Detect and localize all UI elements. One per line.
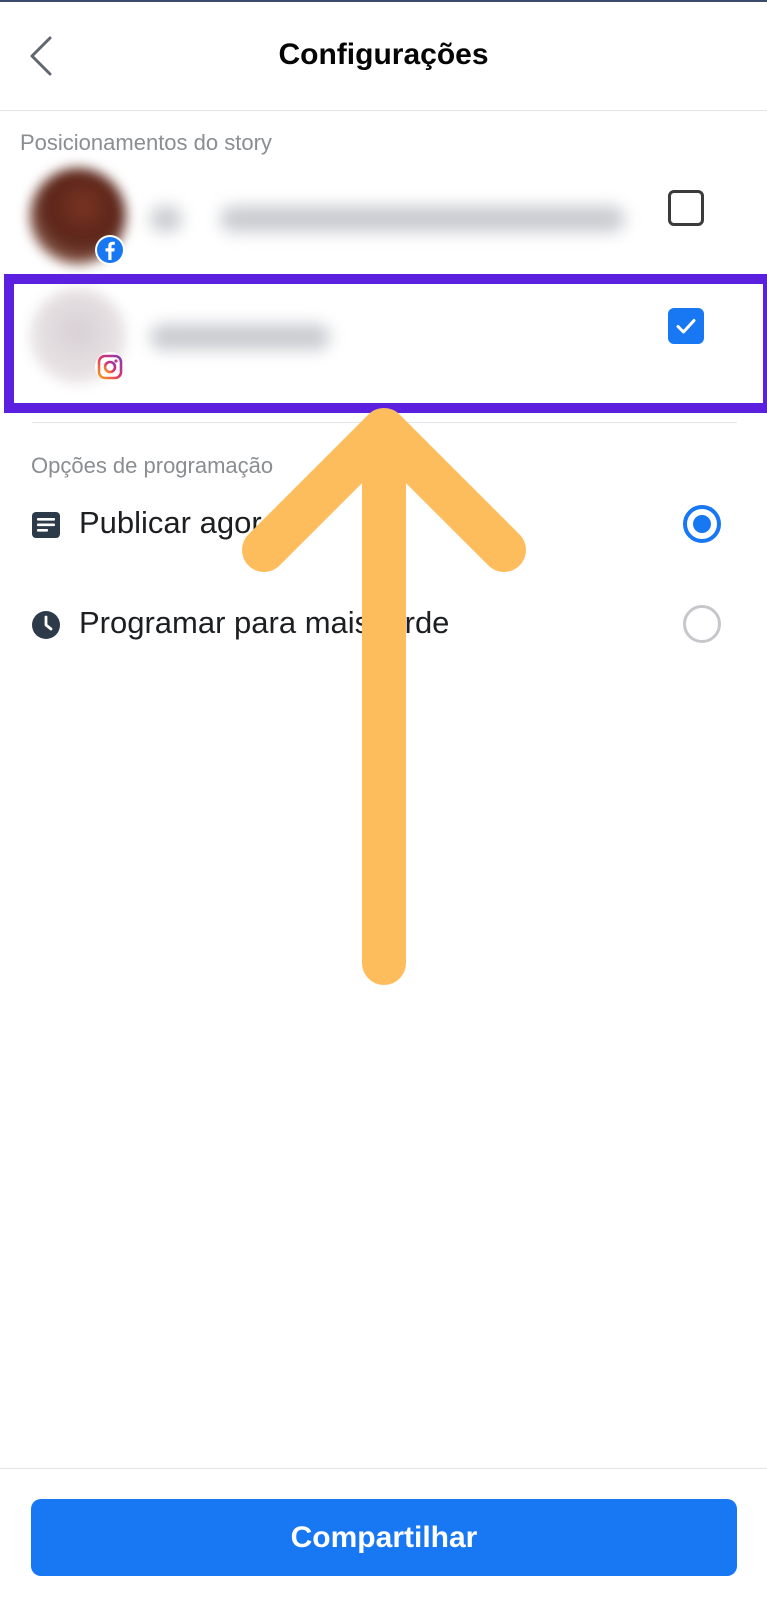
option-schedule-later[interactable]: Programar para mais tarde [0,580,767,670]
radio-button-unselected[interactable] [683,605,721,643]
facebook-checkbox[interactable] [668,190,704,226]
page-title: Configurações [278,38,489,71]
divider [32,422,737,423]
story-placements-label: Posicionamentos do story [20,130,272,155]
blurred-account-name [220,206,625,232]
option-publish-now[interactable]: Publicar agora [0,480,767,570]
instagram-icon [95,352,125,382]
footer: Compartilhar [0,1468,767,1601]
blurred-name-part [150,206,182,232]
account-row-facebook[interactable] [0,162,767,280]
blurred-account-name [150,324,330,350]
account-row-instagram[interactable] [0,284,767,402]
instagram-checkbox[interactable] [668,308,704,344]
schedule-options-label: Opções de programação [31,453,274,478]
checkmark-icon [676,319,696,334]
facebook-icon [95,235,125,265]
document-icon [32,512,60,538]
option-label: Publicar agora [79,505,279,540]
share-button[interactable]: Compartilhar [31,1499,737,1576]
radio-button-selected[interactable] [683,505,721,543]
option-label: Programar para mais tarde [79,605,450,640]
clock-icon [32,611,60,639]
header: Configurações [0,2,767,111]
